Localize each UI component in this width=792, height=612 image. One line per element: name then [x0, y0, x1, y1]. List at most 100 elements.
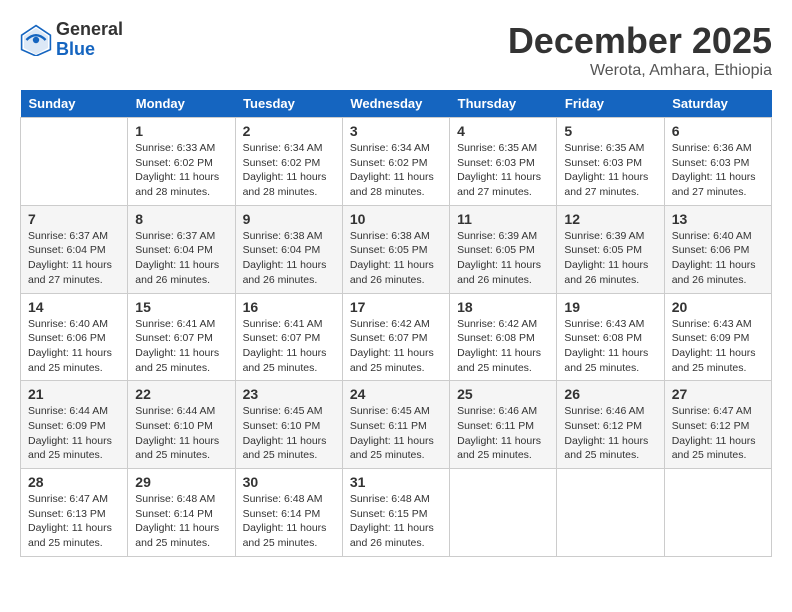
logo-text: General Blue [56, 20, 123, 60]
weekday-header-wednesday: Wednesday [342, 90, 449, 118]
day-number: 10 [350, 211, 442, 227]
day-detail: Sunrise: 6:47 AM Sunset: 6:12 PM Dayligh… [672, 404, 764, 463]
day-detail: Sunrise: 6:39 AM Sunset: 6:05 PM Dayligh… [457, 229, 549, 288]
logo-icon [20, 24, 52, 56]
day-detail: Sunrise: 6:48 AM Sunset: 6:14 PM Dayligh… [135, 492, 227, 551]
weekday-header-friday: Friday [557, 90, 664, 118]
day-cell: 13Sunrise: 6:40 AM Sunset: 6:06 PM Dayli… [664, 205, 771, 293]
week-row-3: 14 Sunrise: 6:40 AM Sunset: 6:06 PM Dayli… [21, 293, 772, 381]
day-number: 25 [457, 386, 549, 402]
day-cell: 26 Sunrise: 6:46 AM Sunset: 6:12 PM Dayli… [557, 381, 664, 469]
day-detail: Sunrise: 6:44 AM Sunset: 6:09 PM Dayligh… [28, 404, 120, 463]
title-block: December 2025 Werota, Amhara, Ethiopia [508, 20, 772, 80]
day-cell: 30Sunrise: 6:48 AM Sunset: 6:14 PM Dayli… [235, 469, 342, 557]
day-number: 29 [135, 474, 227, 490]
day-cell: 10 Sunrise: 6:38 AM Sunset: 6:05 PM Dayli… [342, 205, 449, 293]
weekday-header-sunday: Sunday [21, 90, 128, 118]
day-number: 13 [672, 211, 764, 227]
day-cell: 16Sunrise: 6:41 AM Sunset: 6:07 PM Dayli… [235, 293, 342, 381]
day-detail: Sunrise: 6:37 AM Sunset: 6:04 PM Dayligh… [135, 229, 227, 288]
day-detail: Sunrise: 6:45 AM Sunset: 6:11 PM Dayligh… [350, 404, 442, 463]
day-detail: Sunrise: 6:35 AM Sunset: 6:03 PM Dayligh… [457, 141, 549, 200]
location-subtitle: Werota, Amhara, Ethiopia [508, 62, 772, 80]
logo: General Blue [20, 20, 123, 60]
day-detail: Sunrise: 6:46 AM Sunset: 6:12 PM Dayligh… [564, 404, 656, 463]
day-cell [21, 118, 128, 206]
day-number: 21 [28, 386, 120, 402]
day-detail: Sunrise: 6:39 AM Sunset: 6:05 PM Dayligh… [564, 229, 656, 288]
day-detail: Sunrise: 6:38 AM Sunset: 6:05 PM Dayligh… [350, 229, 442, 288]
day-number: 11 [457, 211, 549, 227]
day-number: 26 [564, 386, 656, 402]
day-detail: Sunrise: 6:34 AM Sunset: 6:02 PM Dayligh… [243, 141, 335, 200]
weekday-header-monday: Monday [128, 90, 235, 118]
day-cell: 1Sunrise: 6:33 AM Sunset: 6:02 PM Daylig… [128, 118, 235, 206]
page-header: General Blue December 2025 Werota, Amhar… [20, 20, 772, 80]
day-cell: 8 Sunrise: 6:37 AM Sunset: 6:04 PM Daylig… [128, 205, 235, 293]
day-detail: Sunrise: 6:47 AM Sunset: 6:13 PM Dayligh… [28, 492, 120, 551]
day-detail: Sunrise: 6:42 AM Sunset: 6:07 PM Dayligh… [350, 317, 442, 376]
day-detail: Sunrise: 6:41 AM Sunset: 6:07 PM Dayligh… [135, 317, 227, 376]
day-number: 12 [564, 211, 656, 227]
day-detail: Sunrise: 6:46 AM Sunset: 6:11 PM Dayligh… [457, 404, 549, 463]
day-cell: 4 Sunrise: 6:35 AM Sunset: 6:03 PM Daylig… [450, 118, 557, 206]
day-number: 7 [28, 211, 120, 227]
day-cell: 28 Sunrise: 6:47 AM Sunset: 6:13 PM Dayli… [21, 469, 128, 557]
day-cell [664, 469, 771, 557]
day-detail: Sunrise: 6:35 AM Sunset: 6:03 PM Dayligh… [564, 141, 656, 200]
day-cell: 17 Sunrise: 6:42 AM Sunset: 6:07 PM Dayli… [342, 293, 449, 381]
day-number: 18 [457, 299, 549, 315]
day-number: 23 [243, 386, 335, 402]
day-number: 27 [672, 386, 764, 402]
day-number: 9 [243, 211, 335, 227]
day-number: 28 [28, 474, 120, 490]
weekday-header-row: SundayMondayTuesdayWednesdayThursdayFrid… [21, 90, 772, 118]
day-number: 31 [350, 474, 442, 490]
day-cell: 20 Sunrise: 6:43 AM Sunset: 6:09 PM Dayli… [664, 293, 771, 381]
day-cell: 18 Sunrise: 6:42 AM Sunset: 6:08 PM Dayli… [450, 293, 557, 381]
day-detail: Sunrise: 6:44 AM Sunset: 6:10 PM Dayligh… [135, 404, 227, 463]
day-detail: Sunrise: 6:36 AM Sunset: 6:03 PM Dayligh… [672, 141, 764, 200]
day-detail: Sunrise: 6:48 AM Sunset: 6:15 PM Dayligh… [350, 492, 442, 551]
day-number: 1 [135, 123, 227, 139]
day-cell: 21 Sunrise: 6:44 AM Sunset: 6:09 PM Dayli… [21, 381, 128, 469]
day-number: 14 [28, 299, 120, 315]
day-detail: Sunrise: 6:43 AM Sunset: 6:09 PM Dayligh… [672, 317, 764, 376]
week-row-2: 7 Sunrise: 6:37 AM Sunset: 6:04 PM Daylig… [21, 205, 772, 293]
day-number: 2 [243, 123, 335, 139]
weekday-header-tuesday: Tuesday [235, 90, 342, 118]
day-cell [450, 469, 557, 557]
day-number: 8 [135, 211, 227, 227]
day-number: 17 [350, 299, 442, 315]
day-number: 15 [135, 299, 227, 315]
day-detail: Sunrise: 6:34 AM Sunset: 6:02 PM Dayligh… [350, 141, 442, 200]
day-number: 22 [135, 386, 227, 402]
day-detail: Sunrise: 6:37 AM Sunset: 6:04 PM Dayligh… [28, 229, 120, 288]
day-number: 20 [672, 299, 764, 315]
day-number: 24 [350, 386, 442, 402]
calendar-table: SundayMondayTuesdayWednesdayThursdayFrid… [20, 90, 772, 557]
day-number: 16 [243, 299, 335, 315]
day-cell: 7 Sunrise: 6:37 AM Sunset: 6:04 PM Daylig… [21, 205, 128, 293]
week-row-1: 1Sunrise: 6:33 AM Sunset: 6:02 PM Daylig… [21, 118, 772, 206]
day-cell: 23Sunrise: 6:45 AM Sunset: 6:10 PM Dayli… [235, 381, 342, 469]
day-detail: Sunrise: 6:40 AM Sunset: 6:06 PM Dayligh… [28, 317, 120, 376]
day-cell: 5Sunrise: 6:35 AM Sunset: 6:03 PM Daylig… [557, 118, 664, 206]
day-cell: 29 Sunrise: 6:48 AM Sunset: 6:14 PM Dayli… [128, 469, 235, 557]
week-row-4: 21 Sunrise: 6:44 AM Sunset: 6:09 PM Dayli… [21, 381, 772, 469]
day-number: 6 [672, 123, 764, 139]
day-cell: 11 Sunrise: 6:39 AM Sunset: 6:05 PM Dayli… [450, 205, 557, 293]
day-number: 4 [457, 123, 549, 139]
day-number: 19 [564, 299, 656, 315]
day-detail: Sunrise: 6:42 AM Sunset: 6:08 PM Dayligh… [457, 317, 549, 376]
day-cell: 14 Sunrise: 6:40 AM Sunset: 6:06 PM Dayli… [21, 293, 128, 381]
weekday-header-saturday: Saturday [664, 90, 771, 118]
day-detail: Sunrise: 6:43 AM Sunset: 6:08 PM Dayligh… [564, 317, 656, 376]
day-cell: 9 Sunrise: 6:38 AM Sunset: 6:04 PM Daylig… [235, 205, 342, 293]
day-cell: 2 Sunrise: 6:34 AM Sunset: 6:02 PM Daylig… [235, 118, 342, 206]
day-cell: 15 Sunrise: 6:41 AM Sunset: 6:07 PM Dayli… [128, 293, 235, 381]
day-detail: Sunrise: 6:38 AM Sunset: 6:04 PM Dayligh… [243, 229, 335, 288]
day-cell: 12 Sunrise: 6:39 AM Sunset: 6:05 PM Dayli… [557, 205, 664, 293]
day-cell: 25 Sunrise: 6:46 AM Sunset: 6:11 PM Dayli… [450, 381, 557, 469]
day-cell: 6 Sunrise: 6:36 AM Sunset: 6:03 PM Daylig… [664, 118, 771, 206]
